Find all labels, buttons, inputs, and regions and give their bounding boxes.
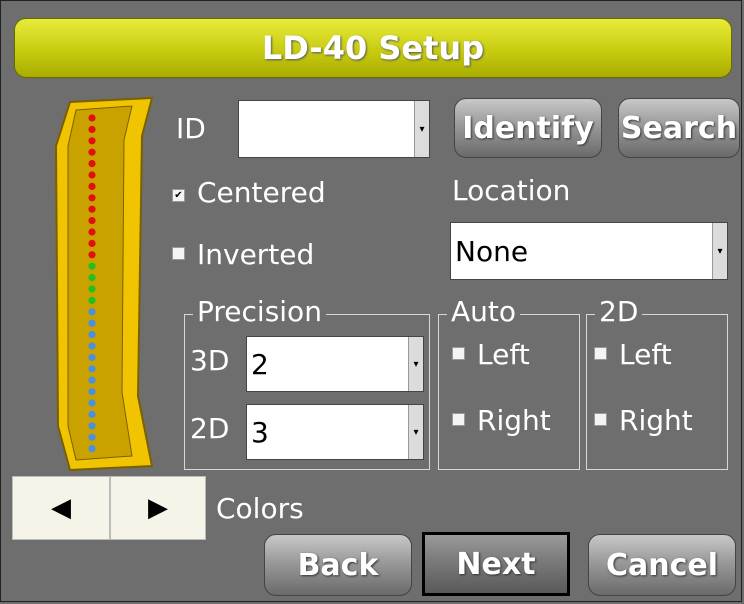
page-title: LD-40 Setup (261, 29, 485, 67)
led-indicator (88, 217, 96, 225)
led-indicator (88, 239, 96, 247)
twod-legend: 2D (595, 295, 643, 328)
twod-left-label: Left (619, 338, 672, 371)
led-indicator (88, 125, 96, 133)
auto-right-label: Right (477, 404, 551, 437)
twod-right-check-icon[interactable] (594, 413, 607, 426)
inverted-checkbox[interactable]: Inverted (172, 238, 314, 271)
twod-right-label: Right (619, 404, 693, 437)
location-label: Location (452, 174, 571, 207)
precision-3d-label: 3D (190, 344, 230, 377)
next-button[interactable]: Next (422, 532, 570, 596)
colors-label: Colors (216, 492, 304, 525)
auto-legend: Auto (447, 295, 521, 328)
led-indicator (88, 376, 96, 384)
led-indicator (88, 353, 96, 361)
identify-button-label: Identify (462, 110, 594, 146)
precision-3d-value: 2 (251, 347, 269, 381)
led-indicator (88, 251, 96, 259)
led-indicator (88, 445, 96, 453)
twod-left-check-icon[interactable] (594, 347, 607, 360)
back-button-label: Back (297, 547, 379, 583)
led-indicator (88, 194, 96, 202)
inverted-label: Inverted (197, 238, 315, 271)
precision-legend: Precision (193, 295, 326, 328)
lightbar-device-icon (54, 96, 154, 472)
color-next-button[interactable]: ▶ (110, 476, 206, 540)
inverted-check-icon[interactable] (172, 247, 185, 260)
led-indicator (88, 171, 96, 179)
led-indicator (88, 262, 96, 270)
led-indicator (88, 422, 96, 430)
centered-label: Centered (197, 176, 326, 209)
precision-2d-dropdown[interactable]: 3 ▾ (246, 404, 424, 460)
led-indicator (88, 342, 96, 350)
title-bar: LD-40 Setup (14, 18, 732, 78)
led-indicator (88, 388, 96, 396)
led-indicator (88, 308, 96, 316)
centered-check-icon[interactable]: ✔ (172, 189, 185, 202)
led-indicator (88, 365, 96, 373)
dropdown-arrow-icon[interactable]: ▾ (408, 337, 423, 391)
led-indicator (88, 399, 96, 407)
precision-2d-value: 3 (251, 415, 269, 449)
id-label: ID (176, 112, 206, 145)
dropdown-arrow-icon[interactable]: ▾ (712, 223, 727, 279)
led-indicator (88, 410, 96, 418)
color-prev-button[interactable]: ◀ (12, 476, 110, 540)
search-button-label: Search (620, 110, 738, 146)
led-indicator (88, 182, 96, 190)
led-indicator (88, 285, 96, 293)
auto-left-checkbox[interactable]: Left (452, 338, 530, 371)
led-indicator (88, 148, 96, 156)
auto-left-check-icon[interactable] (452, 347, 465, 360)
location-value: None (455, 234, 529, 268)
twod-right-checkbox[interactable]: Right (594, 404, 693, 437)
back-button[interactable]: Back (264, 534, 412, 596)
led-indicator (88, 319, 96, 327)
led-indicator (88, 160, 96, 168)
auto-right-check-icon[interactable] (452, 413, 465, 426)
precision-2d-label: 2D (190, 412, 230, 445)
led-indicator (88, 228, 96, 236)
led-indicator (88, 137, 96, 145)
cancel-button[interactable]: Cancel (588, 534, 736, 596)
precision-3d-dropdown[interactable]: 2 ▾ (246, 336, 424, 392)
centered-checkbox[interactable]: ✔ Centered (172, 176, 326, 209)
search-button[interactable]: Search (618, 98, 740, 158)
led-indicator (88, 331, 96, 339)
dropdown-arrow-icon[interactable]: ▾ (408, 405, 423, 459)
identify-button[interactable]: Identify (454, 98, 602, 158)
cancel-button-label: Cancel (605, 547, 719, 583)
location-dropdown[interactable]: None ▾ (450, 222, 728, 280)
led-indicator (88, 296, 96, 304)
auto-left-label: Left (477, 338, 530, 371)
twod-left-checkbox[interactable]: Left (594, 338, 672, 371)
dropdown-arrow-icon[interactable]: ▾ (414, 101, 429, 157)
led-indicator (88, 114, 96, 122)
auto-right-checkbox[interactable]: Right (452, 404, 551, 437)
led-indicator (88, 433, 96, 441)
led-indicator (88, 274, 96, 282)
next-button-label: Next (456, 546, 536, 582)
id-dropdown[interactable]: ▾ (238, 100, 430, 158)
right-arrow-icon: ▶ (148, 493, 168, 523)
left-arrow-icon: ◀ (51, 493, 71, 523)
led-indicator (88, 205, 96, 213)
